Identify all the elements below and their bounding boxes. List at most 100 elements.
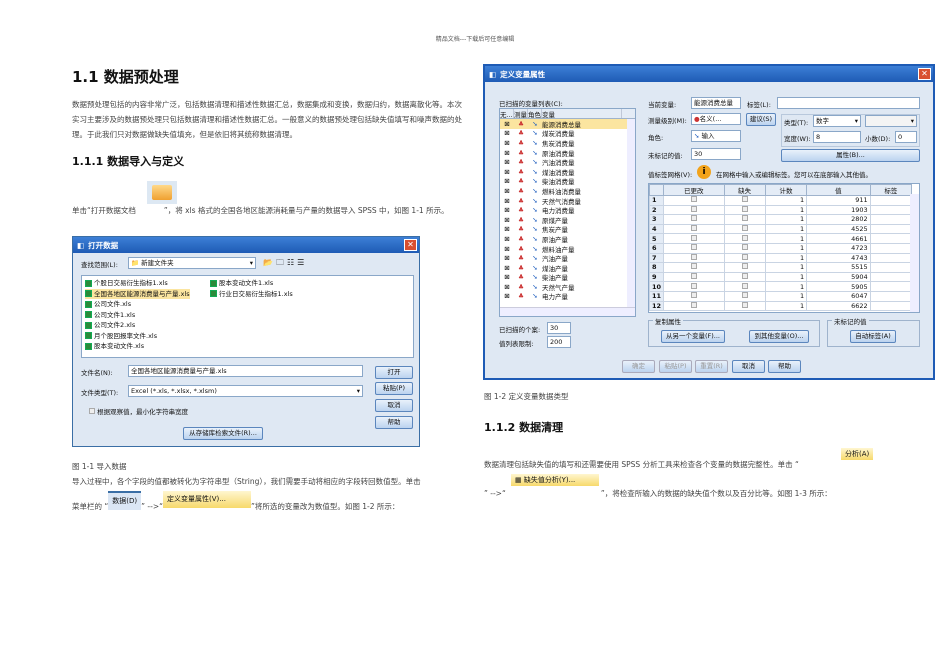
details-view-icon[interactable]: ☰ — [297, 258, 307, 267]
help-button[interactable]: 帮助 — [375, 416, 413, 429]
file-list[interactable]: 个股日交易衍生指标1.xls 全国各地区能源消费量与产量.xls 公司文件.xls 公… — [81, 275, 414, 358]
variable-row[interactable]: ⊠ ♣ ➘ 汽油产量 — [500, 253, 635, 263]
file-item[interactable]: 月个股回报率文件.xls — [85, 331, 190, 342]
value-label-grid[interactable]: 已更改 缺失 计数值标签 1 1 911 2 1 1903 3 1 2802 4 1 4525 5 1 4661 6… — [648, 183, 920, 313]
value-cell[interactable]: 4743 — [806, 252, 871, 264]
grid-row[interactable]: 10 1 5905 — [649, 281, 913, 292]
list-column-header[interactable]: 角色 — [528, 109, 542, 119]
auto-label-button[interactable]: 自动标签(A) — [850, 330, 896, 343]
list-column-header[interactable]: 测量 — [514, 109, 528, 119]
variable-row[interactable]: ⊠ ♣ ➘ 原煤产量 — [500, 215, 635, 225]
checkbox[interactable] — [89, 408, 95, 414]
value-cell[interactable]: 1903 — [806, 204, 871, 216]
cancel-button[interactable]: 取消 — [732, 360, 765, 373]
help-button[interactable]: 帮助 — [768, 360, 801, 373]
file-item[interactable]: 行业日交易衍生指标1.xls — [210, 289, 293, 300]
changed-checkbox[interactable] — [690, 253, 697, 260]
horizontal-scrollbar[interactable] — [500, 307, 635, 316]
variable-row[interactable]: ⊠ ♣ ➘ 能源消费总量 — [500, 119, 635, 129]
missing-checkbox[interactable] — [741, 301, 748, 308]
label-cell[interactable] — [869, 252, 913, 264]
changed-checkbox[interactable] — [690, 196, 697, 203]
ok-button[interactable]: 确定 — [622, 360, 655, 373]
changed-checkbox[interactable] — [690, 205, 697, 212]
paste-button[interactable]: 粘贴(P) — [375, 382, 413, 395]
missing-checkbox[interactable] — [741, 253, 748, 260]
file-item[interactable]: 股本变动文件.xls — [85, 341, 190, 352]
variable-row[interactable]: ⊠ ♣ ➘ 燃料油消费量 — [500, 186, 635, 196]
file-item[interactable]: 个股日交易衍生指标1.xls — [85, 278, 190, 289]
type-select[interactable]: 数字 ▾ — [813, 115, 861, 127]
list-view-icon[interactable]: ☷ — [287, 258, 297, 267]
value-cell[interactable]: 6622 — [806, 300, 871, 312]
value-cell[interactable]: 4525 — [806, 223, 871, 235]
measure-select[interactable]: ●名义(... — [691, 113, 741, 125]
file-item[interactable]: 股本变动文件1.xls — [210, 278, 293, 289]
missing-checkbox[interactable] — [741, 263, 748, 270]
value-cell[interactable]: 5515 — [806, 262, 871, 273]
paste-button[interactable]: 粘贴(P) — [659, 360, 692, 373]
label-cell[interactable] — [869, 195, 913, 206]
reset-button[interactable]: 重置(R) — [695, 360, 728, 373]
grid-row[interactable]: 11 1 6047 — [649, 290, 913, 302]
variable-row[interactable]: ⊠ ♣ ➘ 煤油消费量 — [500, 167, 635, 177]
value-limit-input[interactable]: 200 — [547, 336, 571, 348]
role-select[interactable]: ➘ 输入 — [691, 130, 741, 142]
changed-checkbox[interactable] — [690, 244, 697, 251]
variable-row[interactable]: ⊠ ♣ ➘ 煤炭消费量 — [500, 129, 635, 138]
changed-checkbox[interactable] — [690, 301, 697, 308]
minimize-width-checkbox[interactable]: 根据观察值，最小化字符串宽度 — [89, 406, 188, 416]
grid-column-header[interactable]: 标签 — [869, 184, 913, 196]
changed-checkbox[interactable] — [690, 234, 697, 241]
list-column-header[interactable]: 无... — [500, 109, 514, 119]
cancel-button[interactable]: 取消 — [375, 399, 413, 412]
variable-row[interactable]: ⊠ ♣ ➘ 电力消费量 — [500, 205, 635, 215]
label-cell[interactable] — [869, 204, 913, 216]
grid-column-header[interactable]: 值 — [806, 184, 871, 196]
value-cell[interactable]: 4723 — [806, 242, 871, 254]
vertical-scrollbar[interactable] — [910, 194, 919, 312]
missing-checkbox[interactable] — [741, 215, 748, 222]
width-input[interactable]: 8 — [813, 131, 861, 143]
label-cell[interactable] — [869, 262, 913, 273]
label-cell[interactable] — [869, 290, 913, 302]
missing-checkbox[interactable] — [741, 225, 748, 232]
missing-checkbox[interactable] — [741, 273, 748, 280]
label-cell[interactable] — [869, 223, 913, 235]
vertical-scrollbar[interactable] — [627, 119, 635, 308]
variable-list[interactable]: 无... 测量 角色 变量 ⊠ ♣ ➘ 能源消费总量 ⊠ ♣ ➘ 煤炭消费量 ⊠ ♣ ➘ 焦炭消费量 ⊠ ♣ ➘ 原… — [499, 108, 636, 317]
grid-column-header[interactable]: 已更改 — [663, 184, 725, 196]
grid-column-header[interactable]: 缺失 — [723, 184, 766, 196]
value-cell[interactable]: 5905 — [806, 281, 871, 292]
grid-column-header[interactable]: 计数 — [764, 184, 808, 196]
value-cell[interactable]: 4661 — [806, 233, 871, 244]
grid-row[interactable]: 5 1 4661 — [649, 233, 913, 244]
filetype-select[interactable]: Excel (*.xls, *.xlsx, *.xlsm) ▾ — [128, 385, 363, 397]
label-cell[interactable] — [869, 214, 913, 225]
variable-row[interactable]: ⊠ ♣ ➘ 原油产量 — [500, 234, 635, 244]
list-column-header[interactable]: 变量 — [542, 109, 622, 119]
format-select[interactable]: ▾ — [865, 115, 917, 127]
close-button[interactable]: ✕ — [918, 68, 931, 80]
value-cell[interactable]: 6047 — [806, 290, 871, 302]
missing-checkbox[interactable] — [741, 292, 748, 299]
label-cell[interactable] — [869, 281, 913, 292]
changed-checkbox[interactable] — [690, 215, 697, 222]
missing-checkbox[interactable] — [741, 234, 748, 241]
variable-row[interactable]: ⊠ ♣ ➘ 天然气产量 — [500, 282, 635, 292]
file-item[interactable]: 公司文件2.xls — [85, 320, 190, 331]
attributes-button[interactable]: 属性(B)... — [781, 149, 920, 162]
grid-row[interactable]: 7 1 4743 — [649, 252, 913, 264]
changed-checkbox[interactable] — [690, 225, 697, 232]
file-item[interactable]: 全国各地区能源消费量与产量.xls — [85, 288, 190, 299]
variable-row[interactable]: ⊠ ♣ ➘ 柴油产量 — [500, 273, 635, 282]
grid-row[interactable]: 8 1 5515 — [649, 262, 913, 273]
file-item[interactable]: 公司文件.xls — [85, 299, 190, 310]
toolbar-icons[interactable]: 📂🗀☷☰ — [263, 257, 307, 271]
label-cell[interactable] — [869, 300, 913, 312]
value-cell[interactable]: 911 — [806, 195, 871, 206]
missing-checkbox[interactable] — [741, 282, 748, 289]
open-button[interactable]: 打开 — [375, 366, 413, 379]
grid-row[interactable]: 4 1 4525 — [649, 223, 913, 235]
grid-row[interactable]: 9 1 5904 — [649, 271, 913, 283]
